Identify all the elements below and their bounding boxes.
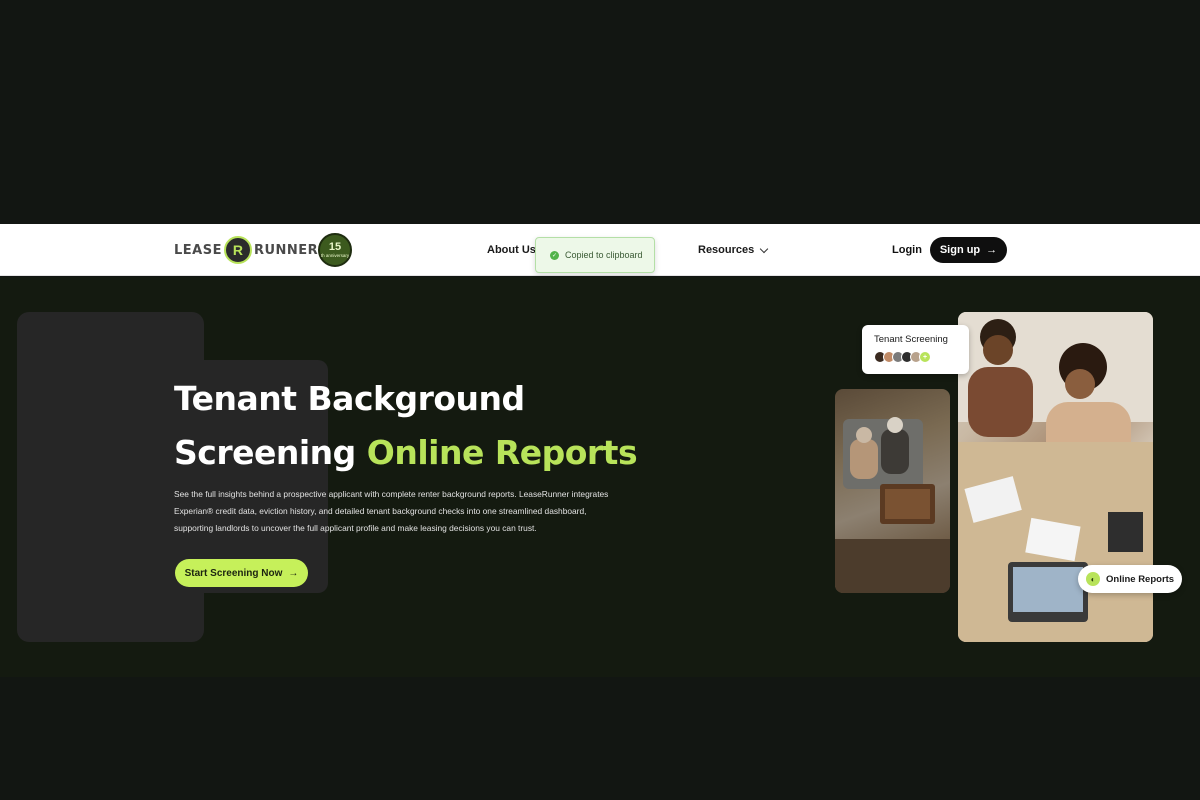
living-room-illustration	[835, 417, 950, 593]
login-link[interactable]: Login	[892, 244, 922, 256]
copied-toast: ✓ Copied to clipboard	[535, 237, 655, 273]
toast-message: Copied to clipboard	[565, 250, 643, 260]
anniversary-number: 15	[328, 240, 342, 253]
signup-label: Sign up	[939, 244, 981, 256]
chevron-down-icon	[760, 244, 769, 253]
nav-link-resources-label: Resources	[698, 244, 755, 256]
avatar-stack: +	[874, 351, 957, 363]
living-room-photo	[835, 389, 950, 593]
arrow-right-icon: →	[986, 244, 998, 256]
logo-mark-icon: R	[223, 236, 252, 264]
logo-text-left: LEASE	[174, 242, 222, 258]
hero-description: See the full insights behind a prospecti…	[174, 489, 609, 533]
headline-accent: Online Reports	[366, 433, 638, 472]
hero-headline: Tenant Background Screening Online Repor…	[174, 372, 654, 480]
top-backdrop	[0, 0, 1200, 224]
leaserunner-logo[interactable]: LEASE R RUNNER	[174, 236, 318, 264]
online-reports-pill: ◐ Online Reports	[1078, 565, 1182, 593]
anniversary-label: th anniversary	[320, 252, 350, 258]
nav-link-resources[interactable]: Resources	[698, 244, 769, 256]
tenant-card-title: Tenant Screening	[874, 334, 948, 345]
headline-line-1: Tenant Background	[174, 379, 525, 418]
avatar-more-icon: +	[919, 351, 931, 363]
bottom-backdrop	[0, 677, 1200, 800]
check-circle-icon: ✓	[550, 250, 559, 260]
start-screening-button[interactable]: Start Screening Now →	[175, 559, 308, 587]
nav-link-about-us[interactable]: About Us	[487, 244, 537, 256]
headline-line-2: Screening	[174, 433, 367, 472]
anniversary-badge: 15 th anniversary	[318, 233, 352, 267]
logo-text-right: RUNNER	[253, 242, 319, 258]
online-reports-label: Online Reports	[1106, 573, 1175, 585]
signup-button[interactable]: Sign up →	[930, 237, 1007, 263]
cta-label: Start Screening Now	[184, 567, 283, 579]
arrow-right-icon: →	[288, 567, 299, 579]
report-icon: ◐	[1086, 572, 1100, 586]
tenant-screening-card: Tenant Screening +	[862, 325, 969, 374]
